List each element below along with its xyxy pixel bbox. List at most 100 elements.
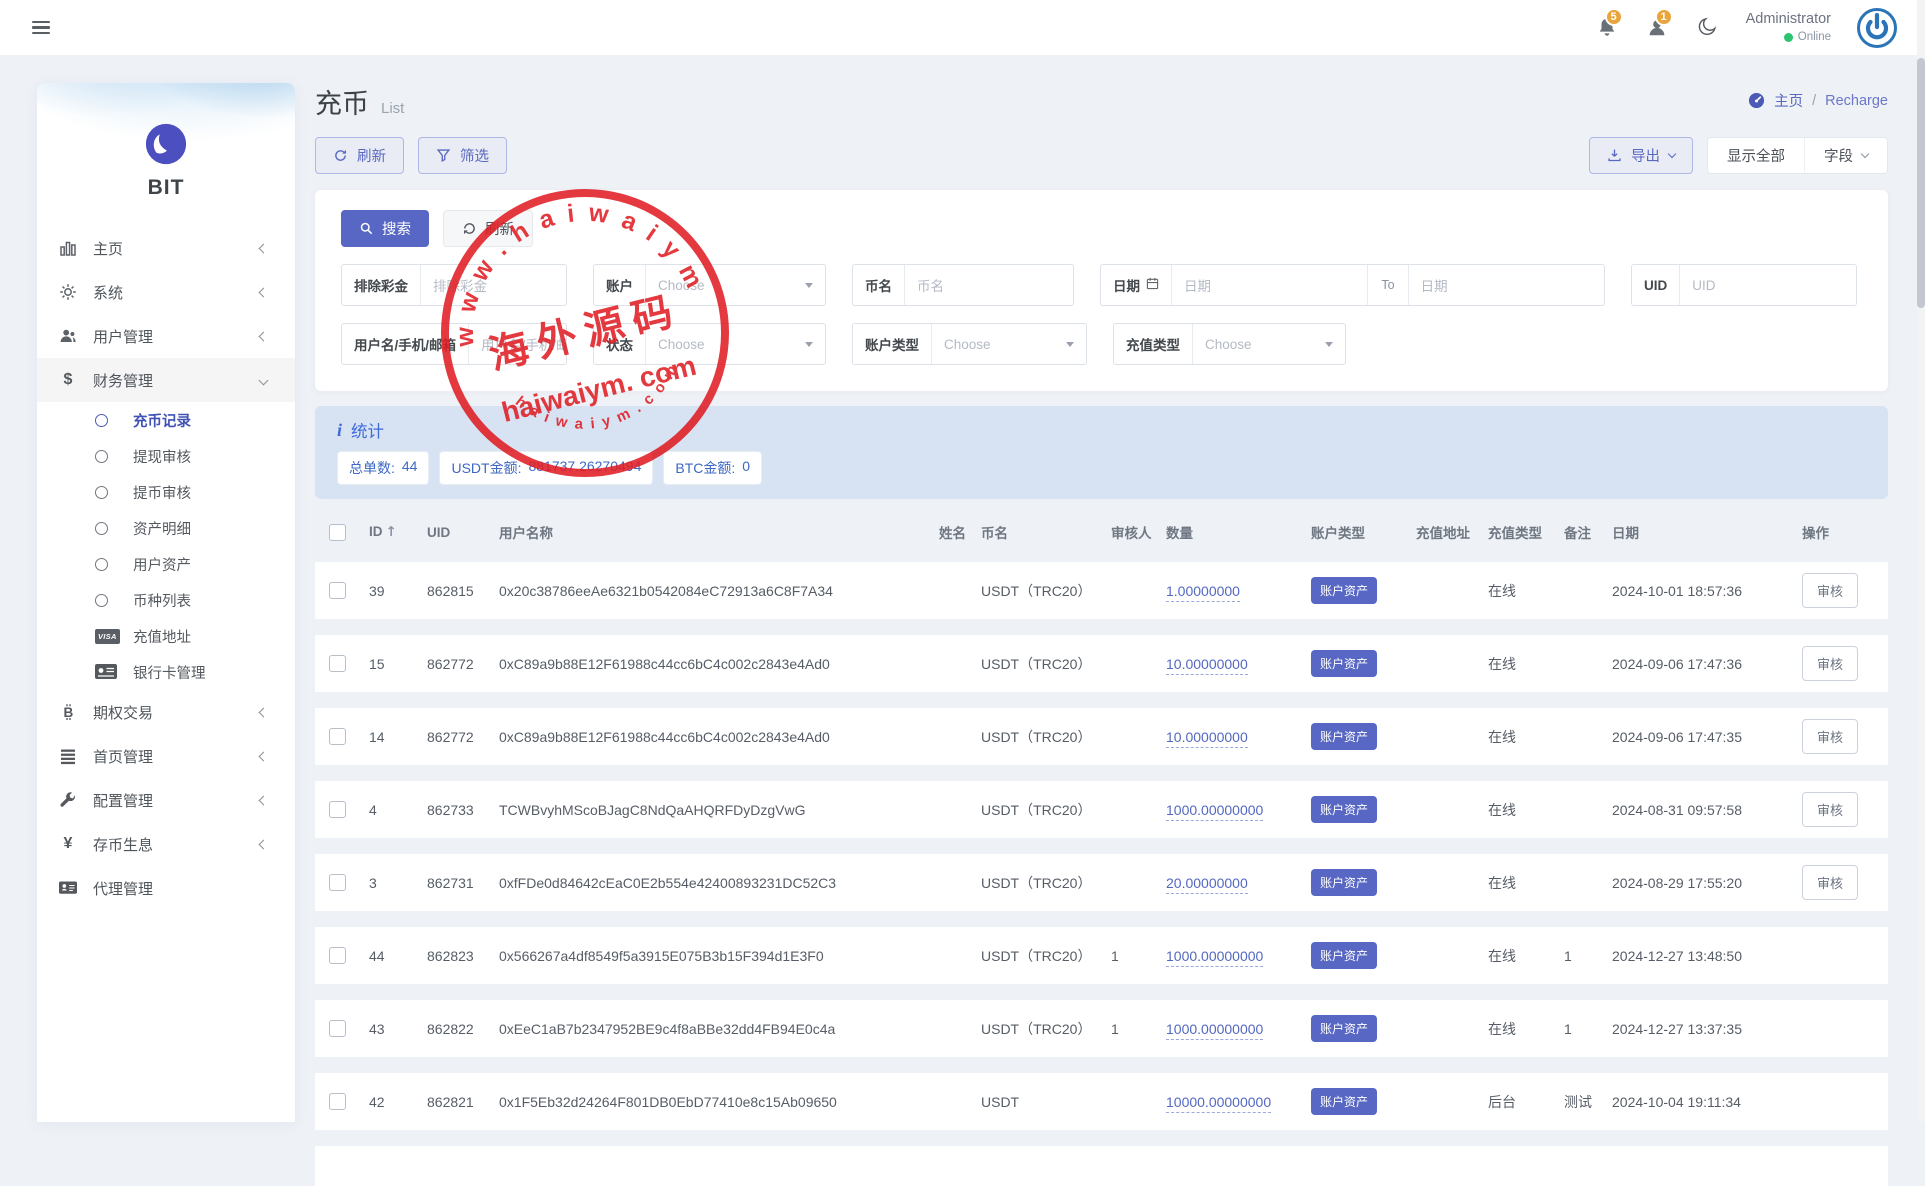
- cell-date: 2024-12-27 13:37:35: [1604, 1000, 1794, 1057]
- filter-input[interactable]: 日期: [1409, 265, 1604, 305]
- cell-uid: 862822: [419, 1000, 491, 1057]
- sidebar-item-13[interactable]: 首页管理: [37, 734, 295, 778]
- cell-account-type: 账户资产: [1303, 635, 1408, 692]
- filter-field: 日期日期To日期: [1100, 264, 1605, 306]
- row-checkbox[interactable]: [329, 874, 346, 891]
- column-header: 账户类型: [1303, 518, 1408, 546]
- sidebar-item-16[interactable]: 代理管理: [37, 866, 295, 910]
- filter-select[interactable]: Choose: [646, 324, 825, 364]
- column-header: 备注: [1556, 518, 1604, 546]
- show-all-button[interactable]: 显示全部: [1708, 138, 1804, 173]
- cell-id: 14: [361, 708, 419, 765]
- cell-id: 3: [361, 854, 419, 911]
- cell-amount: 1000.00000000: [1158, 927, 1303, 984]
- menu-toggle-icon[interactable]: [28, 14, 54, 42]
- amount-link[interactable]: 1000.00000000: [1166, 802, 1263, 821]
- review-button[interactable]: 审核: [1802, 573, 1858, 608]
- amount-link[interactable]: 10.00000000: [1166, 656, 1248, 675]
- stats-badge: USDT金额:881737.26270494: [439, 451, 653, 485]
- sidebar-subitem-8[interactable]: 用户资产: [37, 546, 295, 582]
- filter-select[interactable]: Choose: [646, 265, 825, 305]
- sidebar-item-12[interactable]: B期权交易: [37, 690, 295, 734]
- export-button[interactable]: 导出: [1589, 137, 1693, 174]
- cell-remark: [1556, 854, 1604, 911]
- cell-date: 2024-09-06 17:47:35: [1604, 708, 1794, 765]
- user-notification-icon[interactable]: 1: [1646, 16, 1670, 40]
- review-button[interactable]: 审核: [1802, 792, 1858, 827]
- sidebar-subitem-active[interactable]: 充币记录: [37, 402, 295, 438]
- review-button[interactable]: 审核: [1802, 719, 1858, 754]
- row-checkbox[interactable]: [329, 728, 346, 745]
- sidebar-subitem-6[interactable]: 提币审核: [37, 474, 295, 510]
- chevron-left-icon: [259, 839, 269, 849]
- filter-input[interactable]: 币名: [905, 265, 1073, 305]
- dark-mode-moon-icon[interactable]: [1696, 16, 1720, 40]
- bank-card-icon: [95, 664, 121, 680]
- row-checkbox[interactable]: [329, 801, 346, 818]
- sidebar-subitem-7[interactable]: 资产明细: [37, 510, 295, 546]
- filter-refresh-button[interactable]: 刷新: [443, 210, 533, 247]
- refresh-button[interactable]: 刷新: [315, 137, 404, 174]
- cell-real-name: [931, 1073, 973, 1130]
- stats-title-label: 统计: [351, 418, 384, 442]
- filter-input[interactable]: UID: [1680, 265, 1856, 305]
- breadcrumb: 主页 / Recharge: [1748, 90, 1888, 111]
- filter-button[interactable]: 筛选: [418, 137, 507, 174]
- stats-badge-label: BTC金额:: [675, 458, 735, 478]
- sidebar-subitem-5[interactable]: 提现审核: [37, 438, 295, 474]
- select-all-checkbox[interactable]: [329, 524, 346, 541]
- amount-link[interactable]: 1000.00000000: [1166, 948, 1263, 967]
- filter-input[interactable]: 日期: [1172, 265, 1367, 305]
- cell-coin-name: USDT（TRC20）: [973, 635, 1103, 692]
- row-checkbox[interactable]: [329, 1020, 346, 1037]
- sidebar-item-14[interactable]: 配置管理: [37, 778, 295, 822]
- cell-actions: 审核: [1794, 854, 1888, 911]
- cell-remark: 测试: [1556, 1073, 1604, 1130]
- sidebar-subitem-11[interactable]: 银行卡管理: [37, 654, 295, 690]
- filter-select[interactable]: Choose: [1193, 324, 1345, 364]
- filter-input[interactable]: 用户名/手机/邮箱: [469, 324, 566, 364]
- row-checkbox[interactable]: [329, 947, 346, 964]
- filter-select[interactable]: Choose: [932, 324, 1086, 364]
- visa-icon: VISA: [95, 629, 121, 644]
- review-button[interactable]: 审核: [1802, 865, 1858, 900]
- amount-link[interactable]: 10.00000000: [1166, 729, 1248, 748]
- sidebar-item-0[interactable]: 主页: [37, 226, 295, 270]
- bell-icon[interactable]: 5: [1596, 16, 1620, 40]
- amount-link[interactable]: 10000.00000000: [1166, 1094, 1271, 1113]
- cell-real-name: [931, 854, 973, 911]
- cell-actions: 审核: [1794, 562, 1888, 619]
- cell-date: 2024-10-04 19:11:34: [1604, 1073, 1794, 1130]
- cell-uid: 862821: [419, 1073, 491, 1130]
- breadcrumb-separator: /: [1812, 93, 1816, 109]
- breadcrumb-home-link[interactable]: 主页: [1774, 90, 1803, 111]
- cell-recharge-address: [1408, 562, 1480, 619]
- avatar[interactable]: [1857, 8, 1897, 48]
- sidebar-subitem-9[interactable]: 币种列表: [37, 582, 295, 618]
- row-checkbox[interactable]: [329, 582, 346, 599]
- sidebar-item-15[interactable]: ¥存币生息: [37, 822, 295, 866]
- cell-actions: [1794, 1000, 1888, 1057]
- search-button[interactable]: 搜索: [341, 210, 429, 247]
- amount-link[interactable]: 20.00000000: [1166, 875, 1248, 894]
- amount-link[interactable]: 1000.00000000: [1166, 1021, 1263, 1040]
- amount-link[interactable]: 1.00000000: [1166, 583, 1240, 602]
- sidebar-item-3[interactable]: $财务管理: [37, 358, 295, 402]
- scrollbar-thumb[interactable]: [1917, 58, 1925, 308]
- cell-recharge-type: 在线: [1480, 1000, 1556, 1057]
- stats-badge: 总单数:44: [337, 451, 429, 485]
- funnel-icon: [436, 148, 451, 163]
- page-title: 充币: [315, 89, 369, 119]
- filter-input[interactable]: 排除彩金: [421, 265, 566, 305]
- sidebar-item-2[interactable]: 用户管理: [37, 314, 295, 358]
- row-checkbox[interactable]: [329, 655, 346, 672]
- fields-button[interactable]: 字段: [1804, 138, 1887, 173]
- column-header[interactable]: ID↑: [361, 518, 419, 546]
- cell-account-type: 账户资产: [1303, 854, 1408, 911]
- sidebar-item-1[interactable]: 系统: [37, 270, 295, 314]
- bitcoin-icon: B: [57, 703, 79, 721]
- dashboard-icon: [1748, 92, 1765, 109]
- row-checkbox[interactable]: [329, 1093, 346, 1110]
- sidebar-subitem-10[interactable]: VISA充值地址: [37, 618, 295, 654]
- review-button[interactable]: 审核: [1802, 646, 1858, 681]
